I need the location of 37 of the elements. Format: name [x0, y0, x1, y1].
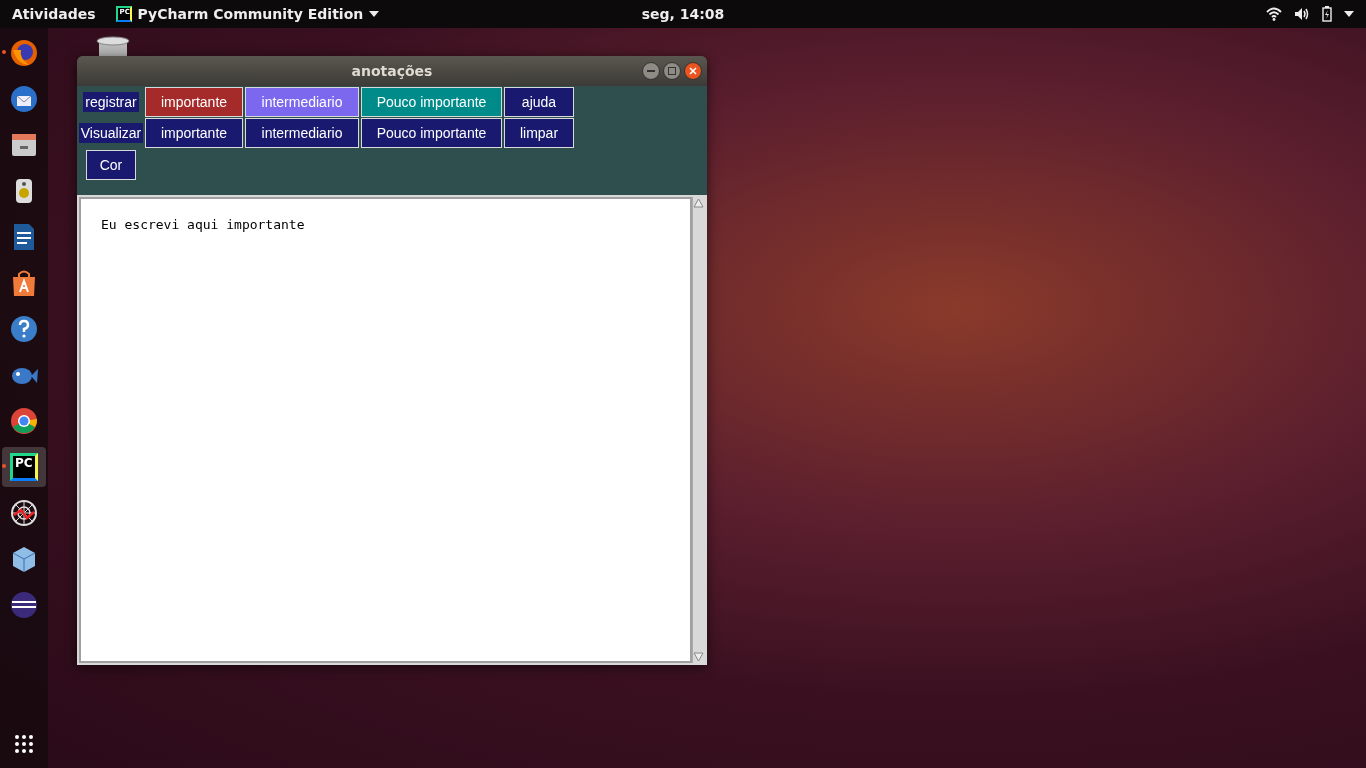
scrollbar[interactable] — [692, 197, 705, 663]
row-label: registrar — [83, 92, 139, 112]
up-arrow-icon[interactable] — [693, 197, 704, 208]
close-icon — [689, 67, 697, 75]
category-button[interactable]: importante — [145, 118, 243, 148]
category-button[interactable]: ajuda — [504, 87, 574, 117]
wifi-icon[interactable] — [1266, 7, 1282, 21]
down-arrow-icon[interactable] — [693, 652, 704, 663]
app-grid-icon[interactable] — [14, 734, 34, 754]
text-area[interactable]: Eu escrevi aqui importante — [79, 197, 692, 663]
category-button[interactable]: Pouco importante — [361, 87, 502, 117]
close-button[interactable] — [684, 62, 702, 80]
clock[interactable]: seg, 14:08 — [641, 6, 725, 22]
maximize-button[interactable] — [663, 62, 681, 80]
category-button[interactable]: Pouco importante — [361, 118, 502, 148]
category-button[interactable]: intermediario — [245, 118, 359, 148]
color-button[interactable]: Cor — [86, 150, 136, 180]
battery-icon[interactable] — [1322, 6, 1332, 22]
category-button[interactable]: limpar — [504, 118, 574, 148]
caret-icon — [369, 11, 380, 17]
spider-web-icon[interactable] — [9, 498, 39, 528]
activities-button[interactable]: Atividades — [12, 6, 96, 22]
app-menu-label: PyCharm Community Edition — [137, 6, 364, 22]
help-icon[interactable] — [9, 314, 39, 344]
category-button[interactable]: intermediario — [245, 87, 359, 117]
window-title: anotações — [351, 63, 433, 79]
pycharm-icon[interactable]: PC — [10, 453, 38, 481]
row-label: Visualizar — [78, 123, 144, 143]
square-icon — [668, 67, 676, 75]
volume-icon[interactable] — [1294, 7, 1310, 21]
trash-icon[interactable] — [95, 35, 131, 57]
running-indicator-dot — [2, 464, 6, 468]
category-button[interactable]: importante — [145, 87, 243, 117]
running-indicator-dot — [2, 50, 6, 54]
caret-icon[interactable] — [1344, 11, 1354, 17]
minimize-button[interactable] — [642, 62, 660, 80]
minus-icon — [647, 70, 655, 72]
